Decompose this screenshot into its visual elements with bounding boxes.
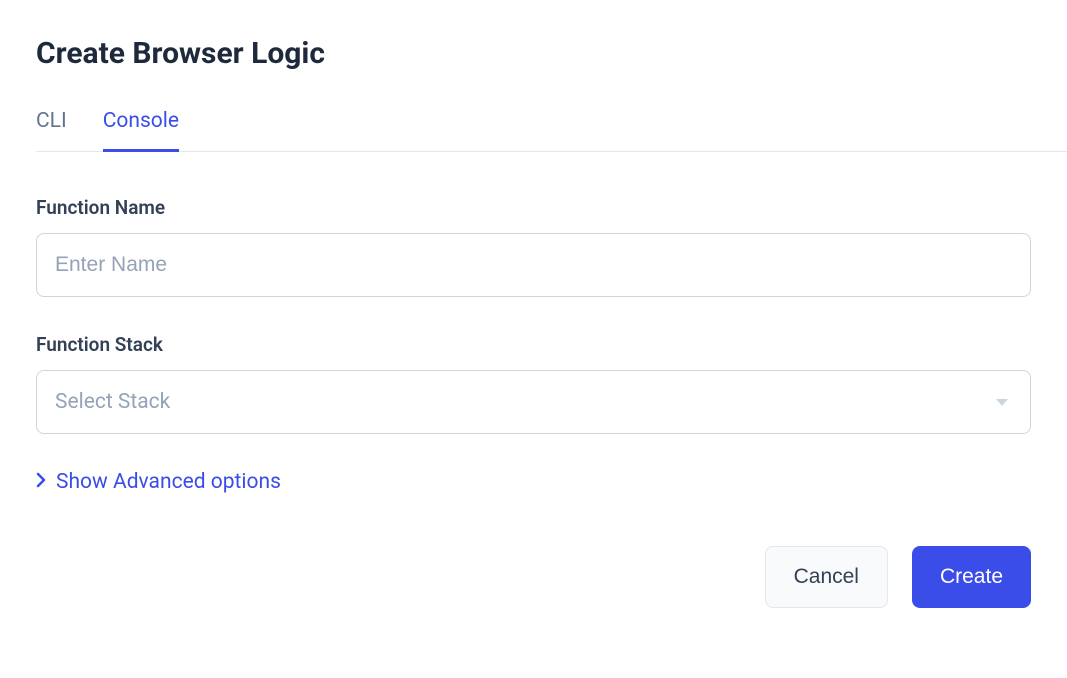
advanced-options-label: Show Advanced options <box>56 470 281 494</box>
tab-console[interactable]: Console <box>103 109 179 152</box>
tab-cli[interactable]: CLI <box>36 109 67 152</box>
caret-down-icon <box>996 399 1008 406</box>
form-section: Function Name Function Stack Select Stac… <box>36 152 1031 608</box>
function-stack-select[interactable]: Select Stack <box>36 370 1031 434</box>
advanced-options-toggle[interactable]: Show Advanced options <box>36 470 1031 494</box>
tabs: CLI Console <box>36 109 1067 152</box>
function-stack-label: Function Stack <box>36 333 1031 356</box>
footer-buttons: Cancel Create <box>36 546 1031 608</box>
page-title: Create Browser Logic <box>36 36 1031 71</box>
function-name-input[interactable] <box>36 233 1031 297</box>
function-name-label: Function Name <box>36 196 1031 219</box>
chevron-right-icon <box>36 470 46 494</box>
create-button[interactable]: Create <box>912 546 1031 608</box>
function-name-group: Function Name <box>36 196 1031 297</box>
function-stack-group: Function Stack Select Stack <box>36 333 1031 434</box>
function-stack-placeholder: Select Stack <box>55 390 170 414</box>
cancel-button[interactable]: Cancel <box>765 546 888 608</box>
